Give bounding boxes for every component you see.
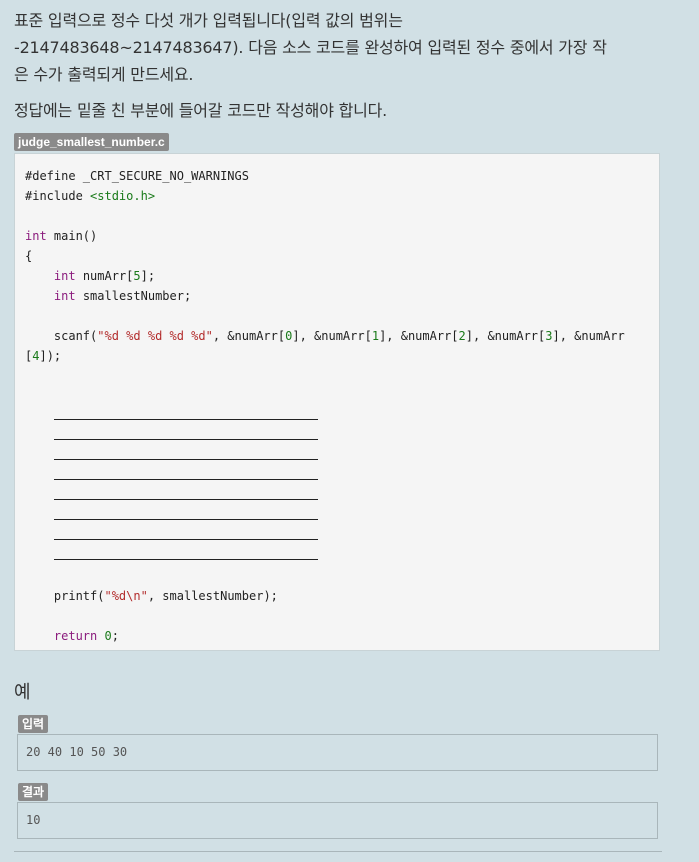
code-define: #define _CRT_SECURE_NO_WARNINGS [25,169,249,183]
code-keyword: int [25,229,47,243]
code-main-signature: main() [46,229,98,243]
code-text: ], &numArr [552,329,625,343]
output-box: 10 [17,802,658,839]
code-text: smallestNumber; [75,289,192,303]
answer-blank-line[interactable] [53,526,318,540]
answer-blank-line[interactable] [53,546,318,560]
code-include: #include [25,189,91,203]
code-number: 5 [133,269,141,283]
problem-description: 표준 입력으로 정수 다섯 개가 입력됩니다(입력 값의 범위는 -214748… [14,7,664,88]
code-block: #define _CRT_SECURE_NO_WARNINGS #include… [14,153,660,651]
section-divider [14,851,662,852]
code-include-header: <stdio.h> [90,189,156,203]
output-section: 결과 [14,781,664,801]
code-text: ], &numArr[ [292,329,372,343]
answer-blank-line[interactable] [53,426,318,440]
code-number: 1 [371,329,380,343]
code-brace: } [25,649,32,650]
code-text: ]; [140,269,156,283]
code-string: "%d %d %d %d %d" [97,329,213,343]
problem-panel: 표준 입력으로 정수 다섯 개가 입력됩니다(입력 값의 범위는 -214748… [14,0,664,839]
answer-blank-line[interactable] [53,486,318,500]
code-text: ]); [39,349,62,363]
description-line: 표준 입력으로 정수 다섯 개가 입력됩니다(입력 값의 범위는 [14,11,403,30]
description-line: 은 수가 출력되게 만드세요. [14,65,194,84]
problem-instruction: 정답에는 밑줄 친 부분에 들어갈 코드만 작성해야 합니다. [14,101,388,120]
answer-blank-line[interactable] [53,466,318,480]
code-keyword: int [53,269,76,283]
code-text: ; [111,629,119,643]
code-brace: { [25,249,33,263]
code-text: ], &numArr[ [379,329,459,343]
code-number: 2 [458,329,466,343]
code-number: 0 [104,629,112,643]
input-section: 입력 [14,713,664,733]
code-keyword: return [53,629,98,643]
code-text: scanf( [53,329,98,343]
code-keyword: int [53,289,76,303]
code-string: "%d\n" [104,589,148,603]
code-text: , &numArr[ [212,329,286,343]
source-code: #define _CRT_SECURE_NO_WARNINGS #include… [25,166,649,650]
example-heading: 예 [14,682,31,703]
answer-blank-line[interactable] [53,446,318,460]
code-number: 3 [545,329,553,343]
description-line: -2147483648~2147483647). 다음 소스 코드를 완성하여 … [14,38,607,57]
input-label-badge: 입력 [18,715,49,733]
answer-blank-line[interactable] [53,506,318,520]
answer-blank-line[interactable] [53,406,318,420]
code-text: numArr[ [75,269,134,283]
code-text: , smallestNumber); [147,589,278,603]
input-box: 20 40 10 50 30 [17,734,658,771]
code-text: printf( [53,589,105,603]
file-name-badge: judge_smallest_number.c [14,133,169,151]
output-label-badge: 결과 [18,783,49,801]
code-text: ], &numArr[ [465,329,546,343]
